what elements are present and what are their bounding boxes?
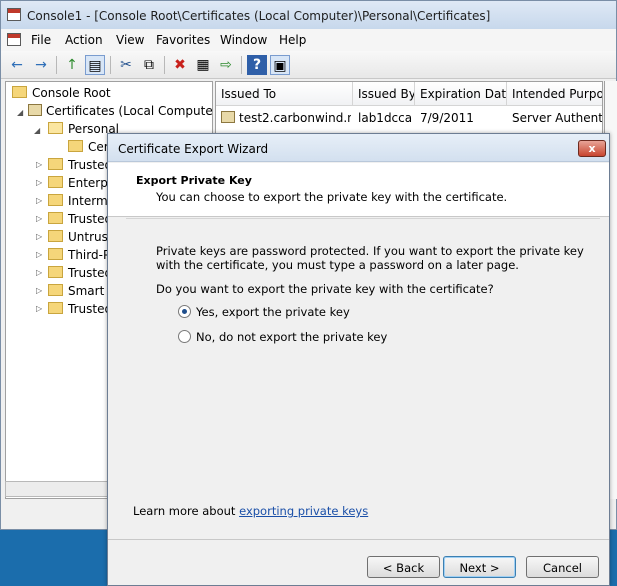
tree-node-certificates-local[interactable]: Certificates (Local Computer): [28, 102, 212, 120]
cell-issued-by: lab1dcca: [358, 111, 413, 125]
cell-intended-purposes: Server Authentic: [512, 111, 602, 125]
footer-divider: [108, 539, 609, 540]
window-titlebar: Console1 - [Console Root\Certificates (L…: [1, 1, 616, 29]
column-header-expiration-date[interactable]: Expiration Date: [415, 82, 507, 106]
window-title: Console1 - [Console Root\Certificates (L…: [27, 9, 491, 23]
cancel-button[interactable]: Cancel: [526, 556, 599, 578]
radio-export-yes[interactable]: Yes, export the private key: [178, 304, 350, 320]
help-icon[interactable]: ?: [247, 55, 267, 75]
next-button[interactable]: Next >: [443, 556, 516, 578]
radio-unselected-icon[interactable]: [178, 330, 191, 343]
radio-export-no[interactable]: No, do not export the private key: [178, 329, 387, 345]
expand-icon[interactable]: ▷: [36, 161, 44, 169]
forward-arrow-icon[interactable]: →: [31, 55, 51, 75]
expand-icon[interactable]: ▷: [36, 287, 44, 295]
open-folder-icon: [48, 122, 63, 134]
tree-node-untrusted[interactable]: Untrust: [48, 228, 113, 246]
column-header-issued-to[interactable]: Issued To: [216, 82, 353, 106]
folder-icon: [68, 140, 83, 152]
menu-file[interactable]: File: [31, 33, 51, 47]
learn-more-link[interactable]: exporting private keys: [239, 504, 368, 518]
radio-selected-icon[interactable]: [178, 305, 191, 318]
menu-bar: File Action View Favorites Window Help: [1, 29, 616, 51]
folder-icon: [48, 212, 63, 224]
folder-icon: [48, 284, 63, 296]
learn-more: Learn more about exporting private keys: [133, 504, 369, 518]
header-divider: [126, 218, 600, 219]
tree-node-trusted-publishers[interactable]: Trusted: [48, 210, 112, 228]
folder-icon: [48, 158, 63, 170]
folder-icon: [48, 230, 63, 242]
dialog-title: Certificate Export Wizard: [118, 142, 269, 156]
toolbar: ← → ↑ ▤ ✂ ⧉ ✖ ▦ ⇨ ? ▣: [1, 51, 616, 79]
tree-node-enterprise-trust[interactable]: Enterpr: [48, 174, 113, 192]
expand-icon[interactable]: ▷: [36, 251, 44, 259]
wizard-description: Private keys are password protected. If …: [156, 244, 584, 272]
cell-expiration-date: 7/9/2011: [420, 111, 474, 125]
cut-icon[interactable]: ✂: [116, 55, 136, 75]
export-list-icon[interactable]: ⇨: [216, 55, 236, 75]
menu-help[interactable]: Help: [279, 33, 306, 47]
folder-icon: [48, 194, 63, 206]
tree-node-trusted-people[interactable]: Trusted: [48, 264, 112, 282]
wizard-subheading: You can choose to export the private key…: [156, 190, 508, 204]
toolbar-separator: [241, 56, 242, 74]
column-header-issued-by[interactable]: Issued By: [353, 82, 415, 106]
show-action-pane-icon[interactable]: ▣: [270, 55, 290, 75]
folder-icon: [12, 86, 27, 98]
certificate-export-wizard: Certificate Export Wizard x Export Priva…: [107, 133, 610, 586]
wizard-header: Export Private Key You can choose to exp…: [108, 163, 609, 217]
expand-icon[interactable]: ▷: [36, 215, 44, 223]
menu-action[interactable]: Action: [65, 33, 103, 47]
column-header-intended-purposes[interactable]: Intended Purpos: [507, 82, 602, 106]
close-button[interactable]: x: [578, 140, 606, 157]
toolbar-separator: [56, 56, 57, 74]
tree-node-trusted-devices[interactable]: Trusted: [48, 300, 112, 318]
system-menu-icon[interactable]: [7, 33, 21, 46]
expand-icon[interactable]: ▷: [36, 269, 44, 277]
certificate-store-icon: [28, 104, 42, 116]
table-row[interactable]: test2.carbonwind.net: [221, 109, 351, 127]
folder-icon: [48, 248, 63, 260]
tree-node-console-root[interactable]: Console Root: [12, 84, 111, 102]
collapse-icon[interactable]: ◢: [34, 127, 42, 135]
delete-icon[interactable]: ✖: [170, 55, 190, 75]
console-app-icon: [7, 8, 21, 21]
up-folder-icon[interactable]: ↑: [62, 55, 82, 75]
wizard-question: Do you want to export the private key wi…: [156, 282, 494, 296]
expand-icon[interactable]: ▷: [36, 197, 44, 205]
folder-icon: [48, 302, 63, 314]
back-arrow-icon[interactable]: ←: [7, 55, 27, 75]
folder-icon: [48, 176, 63, 188]
collapse-icon[interactable]: ◢: [17, 109, 25, 117]
tree-node-third-party[interactable]: Third-P: [48, 246, 110, 264]
properties-icon[interactable]: ▦: [193, 55, 213, 75]
expand-icon[interactable]: ▷: [36, 233, 44, 241]
toolbar-separator: [164, 56, 165, 74]
dialog-titlebar: Certificate Export Wizard x: [108, 134, 609, 162]
menu-favorites[interactable]: Favorites: [156, 33, 210, 47]
copy-icon[interactable]: ⧉: [139, 55, 159, 75]
menu-view[interactable]: View: [116, 33, 144, 47]
tree-node-trusted-root[interactable]: Trusted: [48, 156, 112, 174]
back-button[interactable]: < Back: [367, 556, 440, 578]
show-console-tree-icon[interactable]: ▤: [85, 55, 105, 75]
folder-icon: [48, 266, 63, 278]
expand-icon[interactable]: ▷: [36, 305, 44, 313]
wizard-heading: Export Private Key: [136, 174, 252, 187]
toolbar-separator: [110, 56, 111, 74]
expand-icon[interactable]: ▷: [36, 179, 44, 187]
certificate-icon: [221, 111, 235, 123]
menu-window[interactable]: Window: [220, 33, 267, 47]
tree-node-intermediate[interactable]: Interme: [48, 192, 115, 210]
